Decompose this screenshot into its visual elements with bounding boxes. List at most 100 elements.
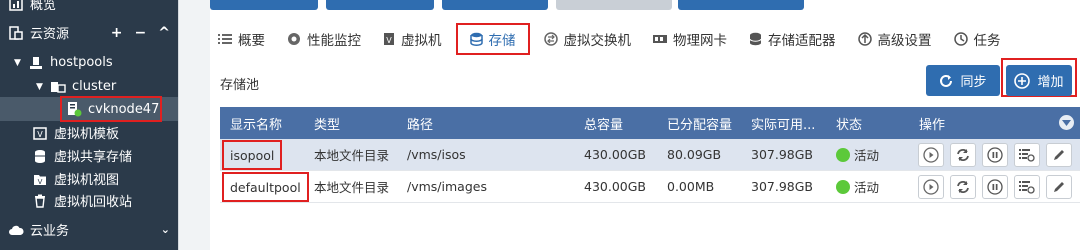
sidebar-item-label: cluster (72, 79, 117, 94)
toolbar-button[interactable] (556, 0, 672, 10)
vm-view-icon: V (32, 171, 48, 187)
table-row[interactable]: isopool 本地文件目录 /vms/isos 430.00GB 80.09G… (220, 139, 1080, 171)
pool-allocated: 0.00MB (667, 179, 715, 194)
chevron-down-icon[interactable]: ⌄ (161, 223, 170, 236)
tab-storage[interactable]: 存储 (455, 23, 530, 55)
column-header-total[interactable]: 总容量 (584, 114, 623, 133)
sidebar-item-label: 云业务 (30, 224, 70, 239)
tab-label: 高级设置 (877, 33, 932, 49)
list-view-icon (1019, 149, 1035, 162)
caret-down-icon[interactable]: ▼ (14, 58, 24, 68)
play-icon (923, 179, 939, 195)
highlight-box: isopool (222, 140, 283, 170)
pool-type: 本地文件目录 (314, 180, 390, 195)
sync-icon (957, 149, 969, 161)
pool-total: 430.00GB (584, 179, 646, 194)
sidebar-splitter[interactable] (178, 0, 210, 250)
status-label: 活动 (854, 148, 880, 163)
column-menu-icon[interactable] (1059, 115, 1074, 130)
add-node-button[interactable]: + (111, 25, 123, 41)
toolbar-button[interactable] (210, 0, 318, 10)
sidebar-item-cloud-resource[interactable]: 云资源 + − ^ (0, 21, 178, 44)
sidebar-item-shared-storage[interactable]: 虚拟共享存储 (0, 144, 178, 167)
tab-vm[interactable]: V 虚拟机 (375, 23, 450, 55)
table-row[interactable]: defaultpool 本地文件目录 /vms/images 430.00GB … (220, 171, 1080, 203)
toolbar-button[interactable] (678, 0, 804, 10)
tab-physical-nic[interactable]: 物理网卡 (645, 23, 735, 55)
highlight-box (60, 96, 162, 122)
vm-icon: V (383, 32, 395, 46)
column-header-path[interactable]: 路径 (407, 114, 433, 133)
view-details-button[interactable] (1014, 175, 1040, 199)
start-button[interactable] (918, 175, 944, 199)
column-header-allocated[interactable]: 已分配容量 (667, 114, 732, 133)
status-dot-icon (836, 148, 850, 162)
tab-advanced[interactable]: 高级设置 (850, 23, 940, 55)
sync-icon (957, 181, 969, 193)
row-actions (918, 143, 1072, 167)
tab-vswitch[interactable]: 虚拟交换机 (536, 23, 640, 55)
start-button[interactable] (918, 143, 944, 167)
caret-down-icon[interactable]: ▼ (36, 82, 46, 92)
add-button[interactable]: 增加 (1006, 65, 1072, 96)
tab-performance[interactable]: 性能监控 (279, 23, 369, 55)
status-badge: 活动 (836, 145, 879, 164)
column-header-name[interactable]: 显示名称 (230, 114, 282, 133)
sidebar-item-label: 虚拟机回收站 (54, 195, 133, 210)
tab-label: 物理网卡 (673, 33, 727, 49)
sidebar-item-overview[interactable]: 概览 (0, 0, 178, 15)
svg-text:V: V (386, 36, 392, 45)
tab-label: 虚拟交换机 (563, 33, 632, 49)
sidebar: 概览 云资源 + − ^ ▼ hostpools ▼ cluster cvkno… (0, 0, 178, 250)
pool-allocated: 80.09GB (667, 147, 722, 162)
sidebar-item-cvknode47[interactable]: cvknode47 (0, 96, 178, 122)
refresh-icon (940, 74, 953, 87)
tree-tools: + − ^ (111, 25, 170, 41)
pause-icon (987, 147, 1003, 163)
remove-node-button[interactable]: − (135, 25, 147, 41)
sidebar-item-vm-view[interactable]: V 虚拟机视图 (0, 167, 178, 190)
pool-available: 307.98GB (751, 179, 813, 194)
column-header-available[interactable]: 实际可用... (751, 114, 815, 133)
sidebar-item-hostpools[interactable]: ▼ hostpools (0, 51, 178, 74)
tab-summary[interactable]: 概要 (210, 23, 273, 55)
status-dot-icon (836, 180, 850, 194)
column-header-status[interactable]: 状态 (836, 114, 862, 133)
tab-label: 概要 (238, 33, 265, 49)
refresh-button[interactable] (950, 143, 976, 167)
sidebar-item-label: 虚拟机视图 (54, 173, 120, 188)
sidebar-item-label: hostpools (50, 55, 113, 70)
pool-total: 430.00GB (584, 147, 646, 162)
tab-task[interactable]: 任务 (946, 23, 1009, 55)
edit-button[interactable] (1046, 175, 1072, 199)
sidebar-item-cloud-service[interactable]: 云业务 ⌄ (0, 218, 178, 241)
advanced-icon (857, 32, 872, 46)
sidebar-item-cluster[interactable]: ▼ cluster (0, 75, 178, 98)
pool-name: defaultpool (230, 179, 301, 195)
cluster-icon (50, 79, 66, 95)
svg-text:V: V (38, 178, 43, 186)
sidebar-item-vm-template[interactable]: V 虚拟机模板 (0, 121, 178, 144)
pool-name: isopool (230, 147, 275, 163)
main-panel: 概要 性能监控 V 虚拟机 存储 虚拟交换机 物理网卡 存储适配器 高级设置 任… (210, 0, 1080, 250)
highlight-box: defaultpool (222, 172, 309, 202)
database-icon (469, 32, 483, 46)
toolbar-button[interactable] (326, 0, 434, 10)
tab-label: 存储 (488, 33, 516, 49)
tab-storage-adapter[interactable]: 存储适配器 (741, 23, 844, 55)
sync-button[interactable]: 同步 (926, 65, 1000, 96)
plus-circle-icon (1014, 72, 1031, 89)
collapse-button[interactable]: ^ (158, 25, 170, 41)
view-details-button[interactable] (1014, 143, 1040, 167)
pencil-icon (1054, 150, 1064, 160)
refresh-button[interactable] (950, 175, 976, 199)
edit-button[interactable] (1046, 143, 1072, 167)
sidebar-item-recycle-bin[interactable]: 虚拟机回收站 (0, 189, 178, 212)
toolbar-button[interactable] (442, 0, 548, 10)
tab-bar: 概要 性能监控 V 虚拟机 存储 虚拟交换机 物理网卡 存储适配器 高级设置 任… (210, 22, 1080, 56)
play-icon (923, 147, 939, 163)
pause-button[interactable] (982, 175, 1008, 199)
pause-button[interactable] (982, 143, 1008, 167)
list-icon (218, 33, 232, 45)
column-header-type[interactable]: 类型 (314, 114, 340, 133)
